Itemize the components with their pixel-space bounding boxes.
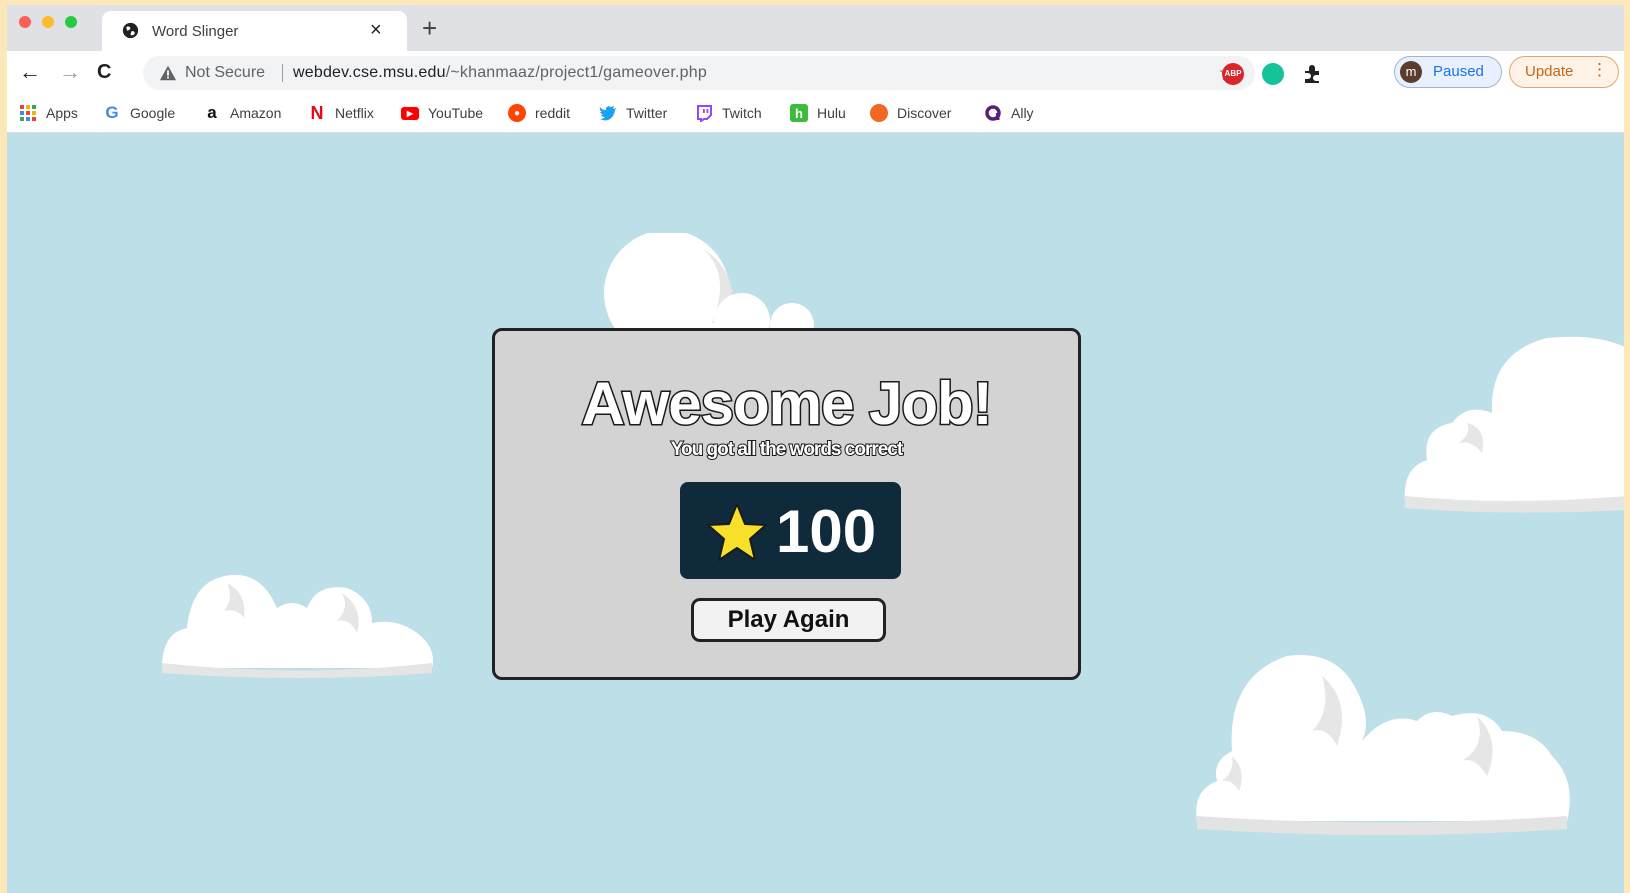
bookmark-google[interactable]: G Google — [103, 103, 175, 123]
toolbar: ← → C Not Secure webdev.cse.msu.edu/~kha… — [7, 51, 1624, 94]
cloud-illustration — [1404, 336, 1624, 513]
back-button[interactable]: ← — [19, 60, 41, 84]
globe-icon — [122, 22, 139, 39]
address-bar[interactable]: Not Secure webdev.cse.msu.edu/~khanmaaz/… — [143, 56, 1255, 90]
address-separator — [282, 64, 283, 82]
bookmark-label: Discover — [897, 105, 952, 121]
hulu-icon: h — [790, 104, 808, 122]
minimize-window-button[interactable] — [42, 16, 54, 28]
close-window-button[interactable] — [19, 16, 31, 28]
tab-close-icon[interactable]: × — [370, 19, 382, 42]
bookmark-label: Twitter — [626, 105, 668, 121]
adblock-extension-icon[interactable]: ABP — [1222, 63, 1244, 85]
bookmark-apps[interactable]: Apps — [19, 103, 78, 123]
browser-window: Word Slinger × + ← → C Not Secure webdev… — [7, 5, 1624, 893]
twitter-icon — [599, 106, 616, 121]
cloud-illustration — [1196, 655, 1570, 835]
menu-dots-icon: ⋮ — [1591, 60, 1608, 79]
bookmark-twitter[interactable]: Twitter — [599, 103, 667, 123]
bookmark-label: reddit — [535, 105, 571, 121]
cloud-illustration — [162, 574, 433, 678]
url-path: /~khanmaaz/project1/gameover.php — [445, 64, 707, 81]
url-host: webdev.cse.msu.edu — [293, 64, 446, 81]
grammarly-extension-icon[interactable] — [1262, 63, 1284, 85]
profile-status-label: Paused — [1433, 63, 1484, 80]
discover-icon — [870, 104, 888, 122]
update-label: Update — [1525, 63, 1574, 80]
tab-word-slinger[interactable]: Word Slinger × — [102, 11, 407, 51]
reddit-icon: ● — [508, 104, 526, 122]
bookmark-reddit[interactable]: ● reddit — [508, 103, 570, 123]
bookmark-youtube[interactable]: ▶ YouTube — [401, 103, 483, 123]
bookmark-discover[interactable]: Discover — [870, 103, 951, 123]
zoom-window-button[interactable] — [65, 16, 77, 28]
youtube-icon: ▶ — [401, 106, 419, 120]
score-display: 100 — [680, 482, 901, 579]
subtitle: You got all the words correct — [670, 438, 904, 461]
bookmark-hulu[interactable]: h Hulu — [790, 103, 846, 123]
reload-button[interactable]: C — [97, 60, 111, 84]
profile-button[interactable]: m Paused — [1394, 56, 1502, 88]
bookmark-twitch[interactable]: Twitch — [695, 103, 762, 123]
ally-icon — [985, 105, 1001, 121]
avatar: m — [1400, 61, 1422, 83]
star-icon — [707, 503, 767, 561]
forward-button[interactable]: → — [59, 60, 81, 84]
bookmark-amazon[interactable]: a Amazon — [203, 103, 281, 123]
game-page: Awesome Job! You got all the words corre… — [7, 133, 1624, 893]
not-secure-label[interactable]: Not Secure — [185, 64, 265, 82]
url-text[interactable]: webdev.cse.msu.edu/~khanmaaz/project1/ga… — [293, 64, 707, 82]
bookmark-label: Amazon — [230, 105, 282, 121]
apps-grid-icon — [20, 105, 36, 121]
twitch-icon — [697, 105, 712, 122]
update-button[interactable]: Update ⋮ — [1509, 56, 1619, 88]
bookmark-label: Hulu — [817, 105, 846, 121]
bookmark-netflix[interactable]: N Netflix — [308, 103, 374, 123]
google-icon: G — [105, 103, 119, 122]
warning-triangle-icon[interactable] — [159, 64, 177, 82]
amazon-icon: a — [207, 103, 217, 122]
tab-title: Word Slinger — [152, 23, 239, 40]
cloud-illustration — [604, 233, 814, 333]
bookmark-label: Google — [130, 105, 176, 121]
tab-strip: Word Slinger × + — [7, 5, 1624, 51]
extensions-puzzle-icon[interactable] — [1301, 63, 1323, 85]
bookmark-label: Netflix — [335, 105, 374, 121]
game-over-card: Awesome Job! You got all the words corre… — [492, 328, 1081, 680]
netflix-icon: N — [310, 102, 324, 123]
bookmark-ally[interactable]: Ally — [984, 103, 1034, 123]
bookmark-label: YouTube — [428, 105, 484, 121]
score-value: 100 — [776, 498, 877, 565]
bookmark-label: Ally — [1011, 105, 1034, 121]
play-again-button[interactable]: Play Again — [691, 598, 886, 642]
bookmark-label: Twitch — [722, 105, 762, 121]
headline: Awesome Job! — [580, 369, 994, 439]
bookmark-label: Apps — [46, 105, 78, 121]
new-tab-button[interactable]: + — [422, 13, 437, 43]
bookmarks-bar: Apps G Google a Amazon N Netflix ▶ YouTu… — [7, 94, 1624, 133]
